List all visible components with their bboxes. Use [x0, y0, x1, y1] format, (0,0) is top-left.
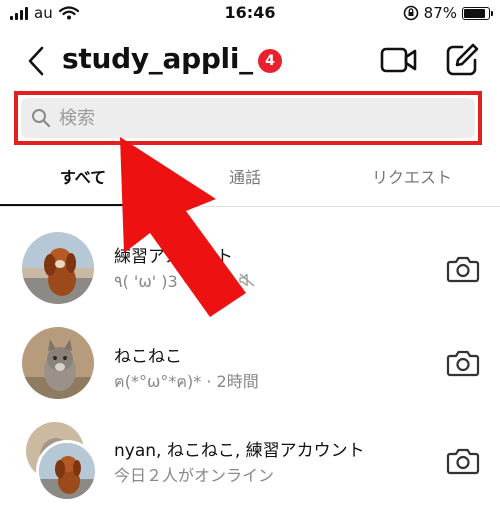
- page-title[interactable]: study_appli_: [62, 42, 253, 75]
- tab-all[interactable]: すべて: [0, 160, 166, 206]
- conversation-preview: ฅ(*°ω°*ฅ)* · 2時間: [114, 372, 259, 391]
- search-input[interactable]: [59, 98, 459, 138]
- status-bar: au 16:46 87%: [0, 0, 500, 28]
- camera-icon[interactable]: [446, 446, 480, 476]
- status-right: 87%: [403, 4, 493, 22]
- list-item[interactable]: ねこねこ ฅ(*°ω°*ฅ)* · 2時間: [0, 322, 500, 414]
- compose-button[interactable]: [444, 42, 480, 78]
- list-item[interactable]: nyan, ねこねこ, 練習アカウント 今日２人がオンライン: [0, 422, 500, 508]
- camera-icon[interactable]: [446, 348, 480, 378]
- unread-badge: 4: [258, 49, 282, 73]
- mute-icon: [238, 273, 255, 287]
- avatar[interactable]: [22, 327, 94, 399]
- conversation-meta: ฅ(*°ω°*ฅ)* · 2時間: [114, 368, 259, 395]
- list-item[interactable]: 練習アカウント ٩( 'ω' )و · 3時間: [0, 222, 500, 314]
- avatar-front: [36, 440, 98, 502]
- dog-photo-icon: [39, 443, 95, 499]
- conversation-preview: ٩( 'ω' )و · 3時間: [114, 272, 233, 291]
- tab-requests[interactable]: リクエスト: [324, 160, 500, 206]
- tabs-divider: [0, 206, 500, 207]
- orientation-lock-icon: [403, 5, 418, 21]
- camera-icon[interactable]: [446, 254, 480, 284]
- conversation-name: 練習アカウント: [114, 247, 233, 267]
- search-icon: [32, 109, 51, 128]
- header: study_appli_ 4: [0, 30, 500, 90]
- battery-percent: 87%: [423, 4, 457, 22]
- conversation-meta: 今日２人がオンライン: [114, 462, 274, 486]
- cat-photo-icon: [22, 327, 94, 399]
- battery-icon: [462, 6, 493, 20]
- back-button[interactable]: [22, 44, 52, 78]
- conversation-meta: ٩( 'ω' )و · 3時間: [114, 268, 255, 292]
- conversation-name: ねこねこ: [114, 347, 182, 367]
- group-avatar[interactable]: [22, 422, 102, 502]
- battery-fill: [464, 8, 485, 18]
- tab-bar: すべて 通話 リクエスト: [0, 160, 500, 208]
- conversation-name: nyan, ねこねこ, 練習アカウント: [114, 441, 365, 461]
- tab-calls[interactable]: 通話: [166, 160, 324, 206]
- avatar[interactable]: [22, 232, 94, 304]
- dog-photo-icon: [22, 232, 94, 304]
- search-bar[interactable]: [21, 98, 475, 138]
- conversation-preview: 今日２人がオンライン: [114, 466, 275, 485]
- video-call-button[interactable]: [380, 44, 418, 76]
